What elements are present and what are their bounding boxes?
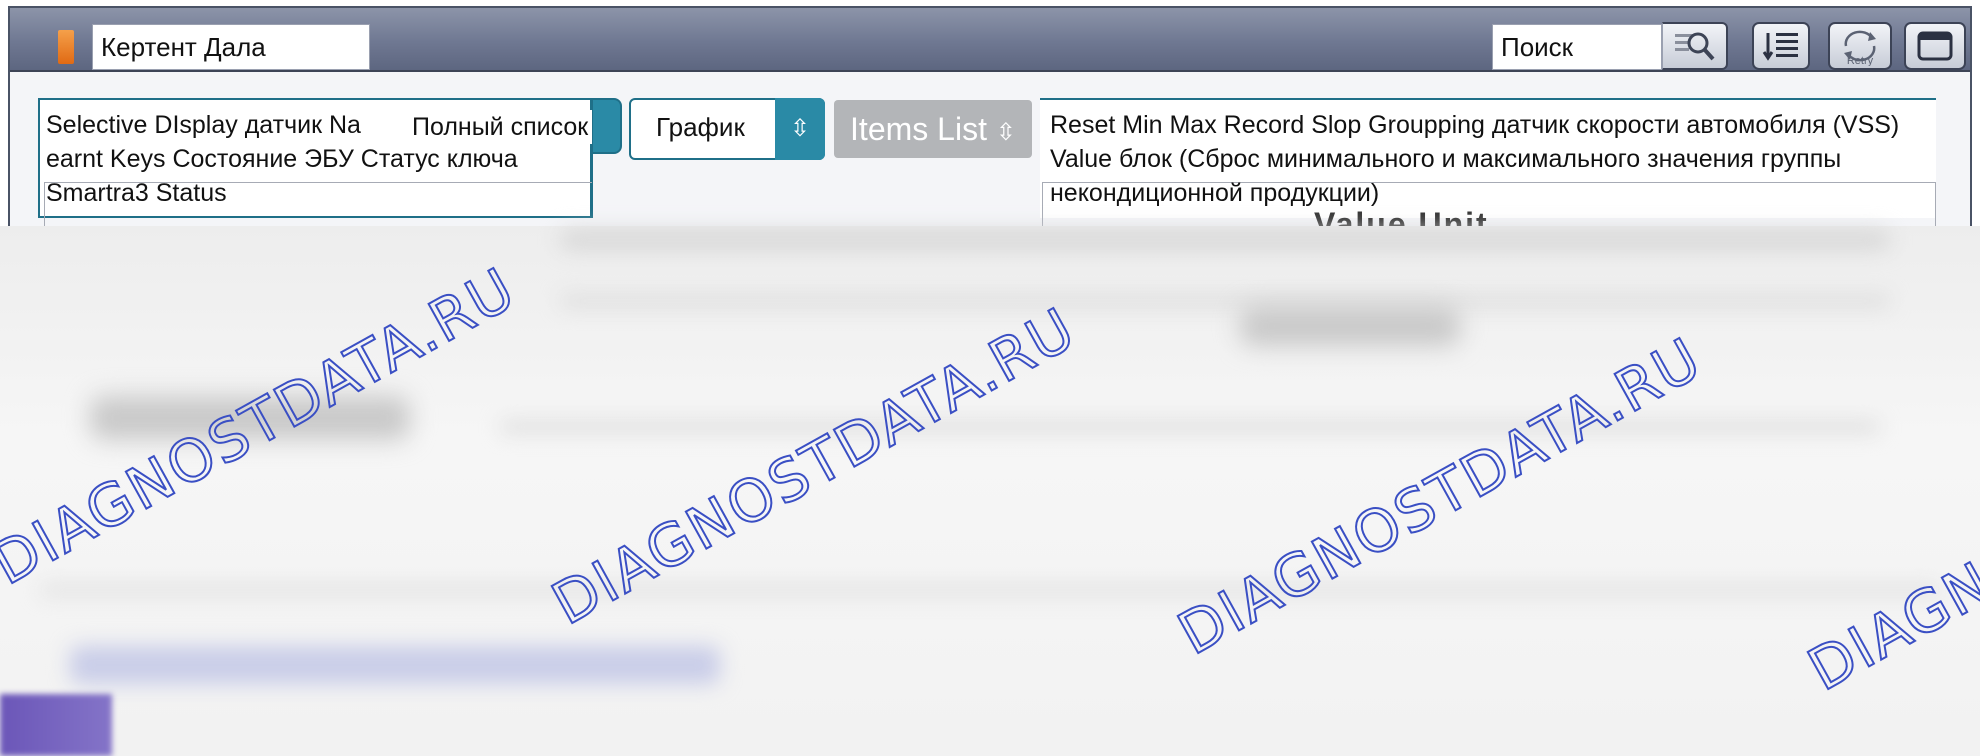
retry-label: Retry bbox=[1847, 55, 1874, 66]
blurred-content-area bbox=[0, 226, 1980, 756]
retry-button[interactable]: Retry bbox=[1828, 22, 1892, 70]
retry-icon: Retry bbox=[1844, 30, 1876, 66]
blurred-row bbox=[560, 296, 1890, 306]
graph-select[interactable]: График ⇳ bbox=[629, 98, 825, 160]
window-title: Кертент Дала bbox=[92, 24, 370, 70]
blurred-button bbox=[0, 694, 112, 756]
blurred-row bbox=[560, 230, 1890, 250]
select-spinner-icon[interactable]: ⇳ bbox=[775, 98, 825, 160]
title-bar: Кертент Дала Поиск Retry bbox=[10, 8, 1970, 72]
search-icon bbox=[1674, 32, 1714, 61]
blurred-link bbox=[70, 646, 720, 684]
list-icon bbox=[1762, 33, 1798, 61]
graph-select-value: График bbox=[656, 112, 745, 142]
blurred-value bbox=[1240, 306, 1460, 346]
reset-minmax-text: Reset Min Max Record Slop Groupping датч… bbox=[1050, 111, 1900, 207]
items-list-select[interactable]: Items List ⇳ bbox=[834, 100, 1032, 158]
search-input[interactable]: Поиск bbox=[1492, 24, 1662, 70]
status-marker-icon bbox=[58, 30, 74, 64]
blurred-row bbox=[40, 586, 1940, 594]
window-toggle-button[interactable] bbox=[1904, 22, 1966, 70]
column-header: Value Unit bbox=[1314, 206, 1489, 226]
list-button[interactable] bbox=[1752, 22, 1810, 70]
items-list-spinner-icon: ⇳ bbox=[995, 119, 1016, 146]
search-button[interactable] bbox=[1662, 22, 1728, 70]
window-icon bbox=[1917, 31, 1953, 61]
full-list-label[interactable]: Полный список bbox=[408, 110, 593, 144]
items-list-label: Items List bbox=[850, 111, 987, 147]
blurred-row bbox=[500, 422, 1880, 432]
